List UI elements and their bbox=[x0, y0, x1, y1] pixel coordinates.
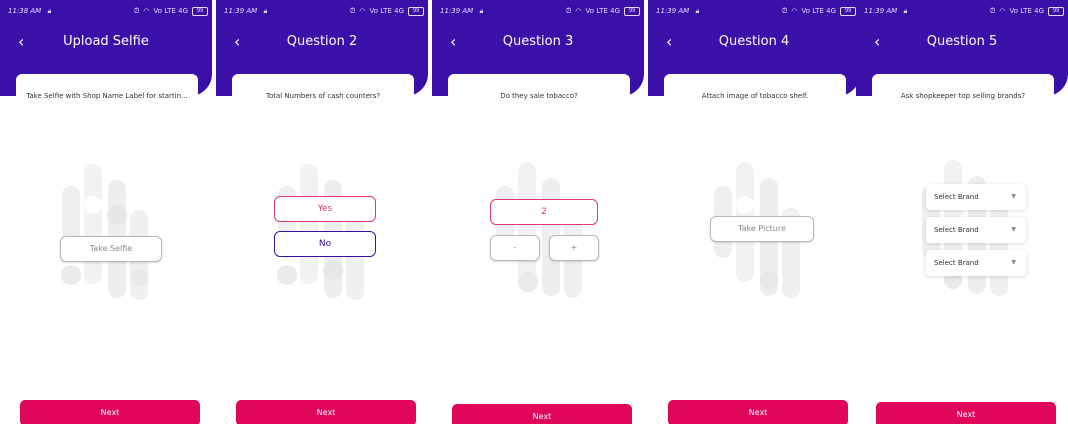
no-option-button[interactable]: No bbox=[274, 231, 376, 257]
screen-question-5: 11:39 AM 🔒︎ ⏰︎ ◠ Vo LTE 4G 99 ‹ Question 5 A… bbox=[856, 0, 1068, 424]
screen-upload-selfie: 11:38 AM 🔒︎ ⏰︎ ◠ Vo LTE 4G 99 ‹ Upload Selfi… bbox=[0, 0, 212, 424]
chevron-down-icon: ▼ bbox=[1011, 226, 1016, 233]
take-picture-button[interactable]: Take Picture bbox=[710, 216, 814, 242]
brand-select[interactable]: Select Brand ▼ bbox=[926, 250, 1026, 276]
decorative-pills bbox=[61, 164, 148, 300]
brand-select[interactable]: Select Brand ▼ bbox=[926, 184, 1026, 210]
increment-button[interactable]: + bbox=[549, 235, 599, 261]
screen-question-4: 11:39 AM 🔒︎ ⏰︎ ◠ Vo LTE 4G 99 ‹ Question 4 A… bbox=[648, 0, 860, 424]
chevron-down-icon: ▼ bbox=[1011, 259, 1016, 266]
brand-select-label: Select Brand bbox=[934, 259, 979, 267]
decorative-pills bbox=[714, 162, 800, 298]
next-button[interactable]: Next bbox=[452, 404, 632, 424]
next-button[interactable]: Next bbox=[236, 400, 416, 424]
brand-select-label: Select Brand bbox=[934, 226, 979, 234]
screen-question-2: 11:39 AM 🔒︎ ⏰︎ ◠ Vo LTE 4G 99 ‹ Question 2 T… bbox=[216, 0, 428, 424]
decrement-button[interactable]: - bbox=[490, 235, 540, 261]
chevron-down-icon: ▼ bbox=[1011, 193, 1016, 200]
next-button[interactable]: Next bbox=[668, 400, 848, 424]
decorative-pills bbox=[922, 160, 1008, 296]
stepper-value: 2 bbox=[490, 199, 598, 225]
yes-option-button[interactable]: Yes bbox=[274, 196, 376, 222]
screen-question-3: 11:39 AM 🔒︎ ⏰︎ ◠ Vo LTE 4G 99 ‹ Question 3 D… bbox=[432, 0, 644, 424]
take-selfie-button[interactable]: Take Selfie bbox=[60, 236, 162, 262]
next-button[interactable]: Next bbox=[876, 402, 1056, 424]
brand-select[interactable]: Select Brand ▼ bbox=[926, 217, 1026, 243]
next-button[interactable]: Next bbox=[20, 400, 200, 424]
brand-select-label: Select Brand bbox=[934, 193, 979, 201]
